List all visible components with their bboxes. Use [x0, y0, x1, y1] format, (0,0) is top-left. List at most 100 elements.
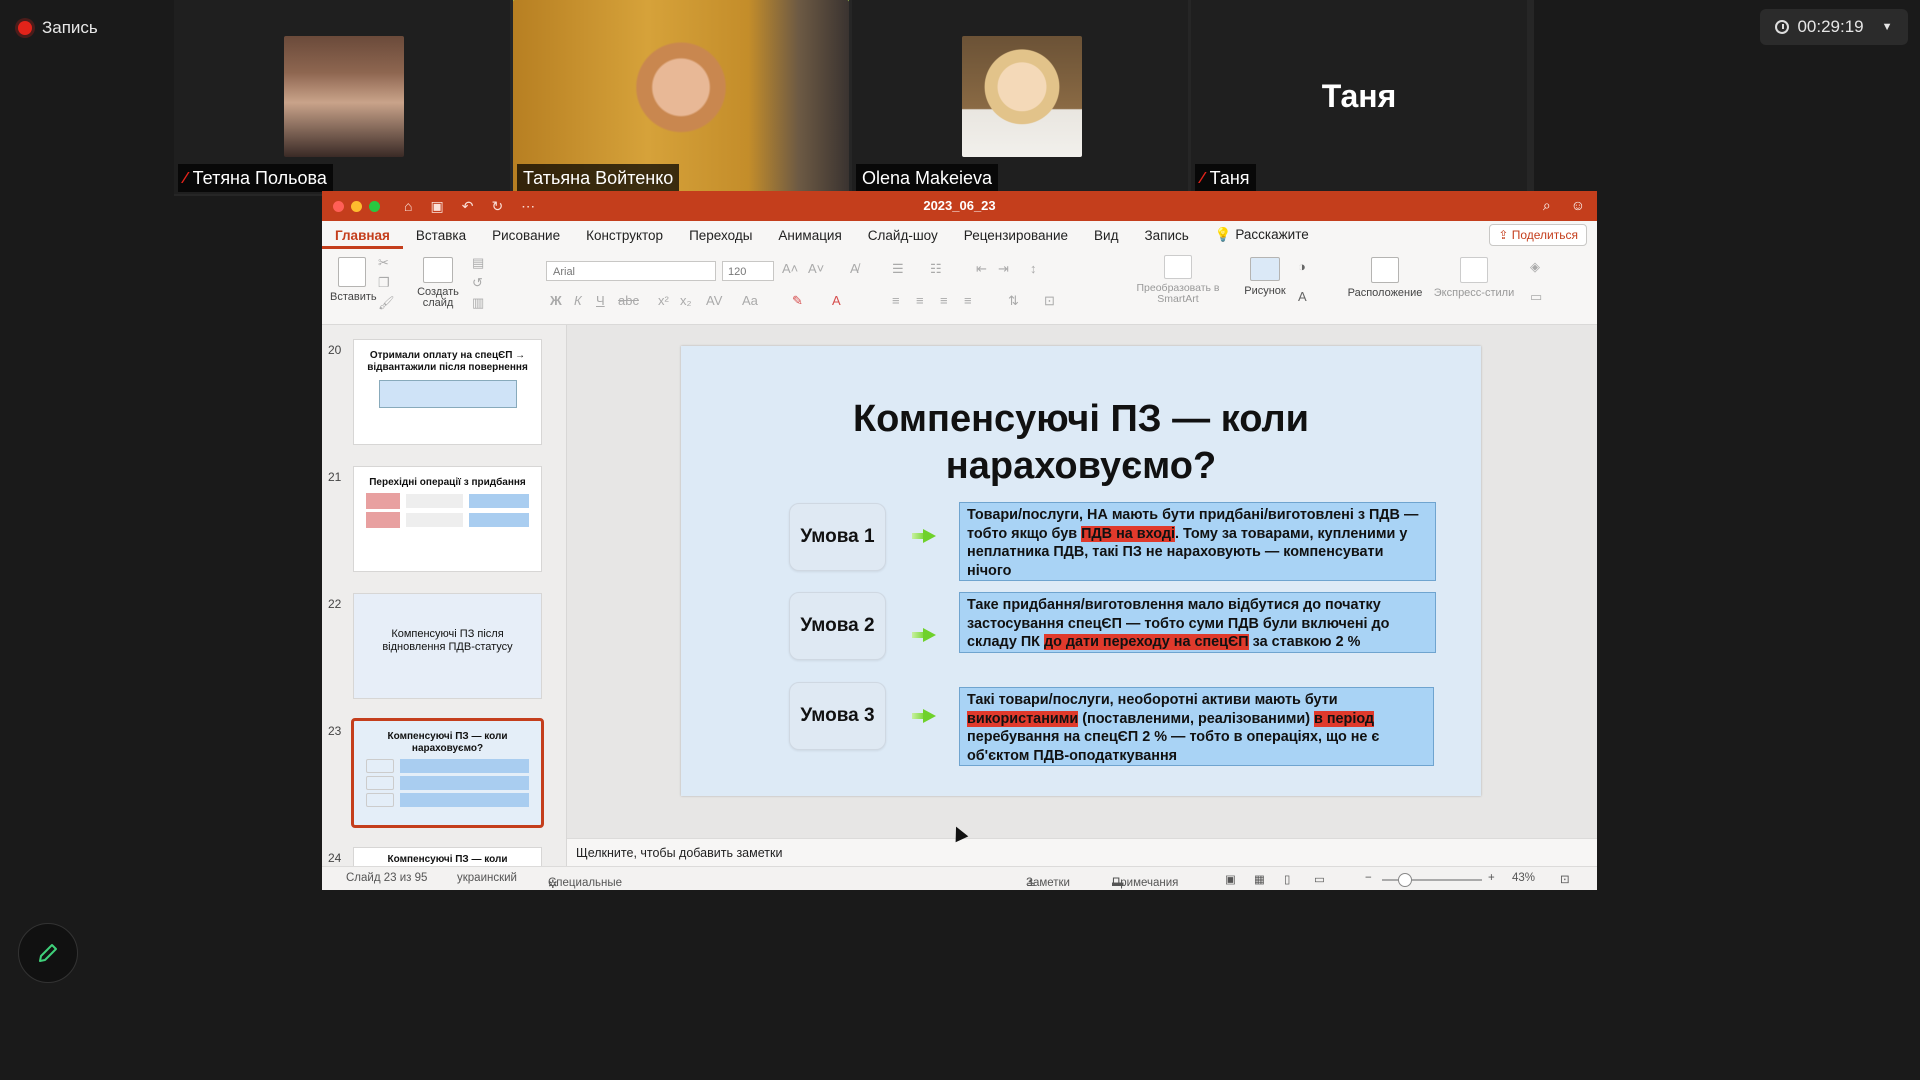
align-left-icon[interactable]: ≡	[892, 293, 900, 308]
participant-tile-active-speaker[interactable]: Татьяна Войтенко	[513, 0, 849, 194]
align-text-icon[interactable]: ⊡	[1044, 293, 1055, 309]
notes-input[interactable]: Щелкните, чтобы добавить заметки	[567, 838, 1597, 866]
layout-icon[interactable]: ▤	[472, 255, 484, 271]
italic-icon[interactable]: К	[574, 293, 582, 308]
participant-tile[interactable]: Olena Makeieva	[852, 0, 1188, 194]
clear-format-icon[interactable]: A̸	[850, 261, 859, 276]
numbering-icon[interactable]: ☷	[930, 261, 942, 277]
thumbnail-title: Компенсуючі ПЗ після відновлення ПДВ-ста…	[382, 628, 513, 654]
thumbnail-number: 20	[328, 343, 342, 357]
line-spacing-icon[interactable]: ↕	[1030, 261, 1037, 276]
tab-slideshow[interactable]: Слайд-шоу	[855, 228, 951, 243]
char-spacing-icon[interactable]: AV	[706, 293, 722, 308]
zoom-in-icon[interactable]: +	[1488, 872, 1495, 884]
tab-animations[interactable]: Анимация	[765, 228, 854, 243]
condition-label-box[interactable]: Умова 1	[789, 503, 886, 571]
tab-review[interactable]: Рецензирование	[951, 228, 1081, 243]
normal-view-icon[interactable]: ▣	[1225, 872, 1236, 886]
highlight-icon[interactable]: ✎	[792, 293, 803, 309]
shrink-font-icon[interactable]: A˅	[808, 261, 824, 276]
copy-icon[interactable]: ❐	[378, 275, 390, 291]
condition-label-box[interactable]: Умова 2	[789, 592, 886, 660]
language-indicator[interactable]: украинский	[457, 872, 517, 884]
bullets-icon[interactable]: ☰	[892, 261, 904, 277]
format-painter-icon[interactable]: 🖌	[378, 295, 395, 311]
condition-text-box[interactable]: Такі товари/послуги, необоротні активи м…	[959, 687, 1434, 766]
increase-indent-icon[interactable]: ⇥	[998, 261, 1009, 277]
document-title: 2023_06_23	[923, 198, 996, 213]
bold-icon[interactable]: Ж	[550, 293, 562, 308]
reset-icon[interactable]: ↺	[472, 275, 483, 291]
tab-insert[interactable]: Вставка	[403, 228, 479, 243]
annotate-button[interactable]	[18, 923, 78, 983]
zoom-level[interactable]: 43%	[1512, 872, 1535, 884]
slide-thumbnail[interactable]: Компенсуючі ПЗ після відновлення ПДВ-ста…	[353, 593, 542, 699]
share-button[interactable]: ⇪ Поделиться	[1489, 224, 1587, 246]
slide-sorter-icon[interactable]: ▦	[1254, 872, 1265, 886]
change-case-icon[interactable]: Aa	[742, 293, 758, 308]
tab-record[interactable]: Запись	[1131, 228, 1201, 243]
tab-home[interactable]: Главная	[322, 228, 403, 249]
slide-editor-canvas[interactable]: Компенсуючі ПЗ — коли нараховуємо? Умова…	[567, 325, 1597, 838]
quick-styles-button[interactable]: Экспресс-стили	[1432, 257, 1516, 299]
convert-smartart-button[interactable]: Преобразовать в SmartArt	[1134, 255, 1222, 305]
zoom-slider[interactable]	[1382, 879, 1482, 881]
paste-button[interactable]: Вставить	[330, 257, 377, 303]
cut-icon[interactable]: ✂	[378, 255, 389, 271]
participant-name: Olena Makeieva	[862, 168, 993, 188]
search-icon[interactable]: ⌕	[1543, 197, 1551, 214]
section-icon[interactable]: ▥	[472, 295, 484, 311]
strikethrough-icon[interactable]: abc	[618, 293, 639, 308]
superscript-icon[interactable]: x²	[658, 293, 669, 308]
current-slide[interactable]: Компенсуючі ПЗ — коли нараховуємо? Умова…	[681, 346, 1481, 796]
font-color-icon[interactable]: A	[832, 293, 841, 308]
text-direction-icon[interactable]: ⇅	[1008, 293, 1019, 309]
condition-text-box[interactable]: Таке придбання/виготовлення мало відбути…	[959, 592, 1436, 653]
font-size-select[interactable]: 120	[722, 261, 774, 281]
participant-name-tag: Татьяна Войтенко	[517, 164, 680, 192]
decrease-indent-icon[interactable]: ⇤	[976, 261, 987, 277]
shapes-icon[interactable]: ◑	[1298, 259, 1306, 274]
subscript-icon[interactable]: x₂	[680, 293, 692, 308]
slide-thumbnail-selected[interactable]: Компенсуючі ПЗ — коли нараховуємо?	[351, 718, 544, 828]
arrange-button[interactable]: Расположение	[1346, 257, 1424, 299]
meeting-timer[interactable]: 00:29:19 ▼	[1760, 9, 1908, 45]
tab-transitions[interactable]: Переходы	[676, 228, 765, 243]
slide-thumbnail[interactable]: Компенсуючі ПЗ — коли нараховуємо?	[353, 847, 542, 866]
thumbnail-title: Компенсуючі ПЗ — коли нараховуємо?	[387, 854, 508, 865]
shape-outline-icon[interactable]: ▭	[1530, 289, 1542, 305]
tab-view[interactable]: Вид	[1081, 228, 1131, 243]
align-center-icon[interactable]: ≡	[916, 293, 924, 308]
tab-design[interactable]: Конструктор	[573, 228, 676, 243]
condition-text-box[interactable]: Товари/послуги, НА мають бути придбані/в…	[959, 502, 1436, 581]
reading-view-icon[interactable]: ▯	[1284, 872, 1290, 886]
align-right-icon[interactable]: ≡	[940, 293, 948, 308]
shape-fill-icon[interactable]: ◈	[1530, 259, 1540, 275]
tab-draw[interactable]: Рисование	[479, 228, 573, 243]
condition-label-box[interactable]: Умова 3	[789, 682, 886, 750]
recording-indicator[interactable]: Запись	[18, 18, 98, 38]
new-slide-button[interactable]: Создать слайд	[412, 257, 464, 309]
thumbnail-title: Компенсуючі ПЗ — коли нараховуємо?	[387, 731, 508, 754]
grow-font-icon[interactable]: A˄	[782, 261, 798, 276]
zoom-slider-handle[interactable]	[1398, 873, 1412, 887]
participant-name: Татьяна Войтенко	[523, 168, 674, 188]
underline-icon[interactable]: Ч	[596, 293, 605, 308]
fit-slide-icon[interactable]: ⊡	[1560, 872, 1570, 886]
participant-tile[interactable]: Таня ⁄ Таня	[1191, 0, 1527, 194]
justify-icon[interactable]: ≡	[964, 293, 972, 308]
slide-title[interactable]: Компенсуючі ПЗ — коли нараховуємо?	[681, 396, 1481, 490]
tell-me-label: Расскажите	[1235, 227, 1309, 242]
slideshow-view-icon[interactable]: ▭	[1314, 872, 1325, 886]
tell-me-search[interactable]: 💡 Расскажите	[1202, 227, 1322, 243]
participant-tile[interactable]: ⁄ Тетяна Польова	[174, 0, 510, 194]
account-icon[interactable]: ☺	[1571, 197, 1585, 214]
slide-thumbnail[interactable]: Перехідні операції з придбання	[353, 466, 542, 572]
picture-button[interactable]: Рисунок	[1242, 257, 1288, 297]
font-family-select[interactable]: Arial	[546, 261, 716, 281]
text-box-icon[interactable]: A	[1298, 289, 1307, 304]
slide-thumbnail[interactable]: Отримали оплату на спецЄП → відвантажили…	[353, 339, 542, 445]
participant-name: Тетяна Польова	[192, 168, 327, 188]
zoom-out-icon[interactable]: −	[1365, 872, 1372, 884]
chevron-down-icon[interactable]: ▼	[1882, 21, 1893, 33]
